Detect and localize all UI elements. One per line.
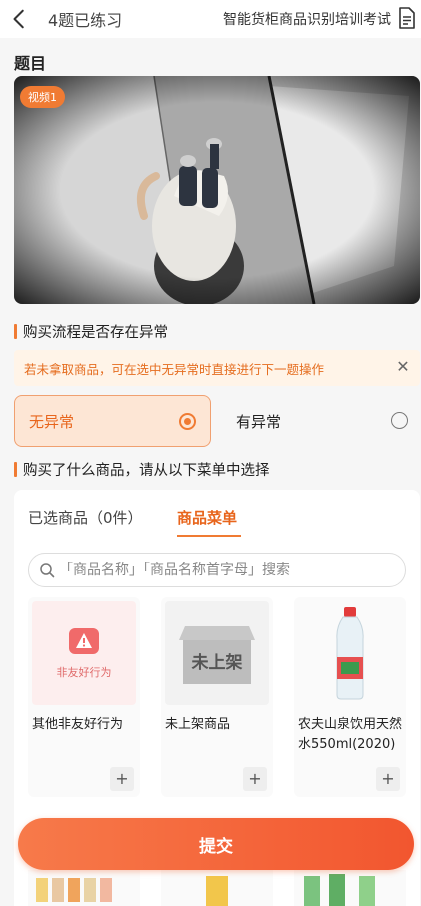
section-title: 题目 xyxy=(14,54,47,73)
accent-bar xyxy=(14,324,17,339)
product-name: 农夫山泉饮用天然水550ml(2020) xyxy=(298,717,403,752)
product-name: 其他非友好行为 xyxy=(32,717,124,732)
search-input[interactable] xyxy=(59,562,389,578)
accent-bar xyxy=(14,462,17,477)
close-icon[interactable]: ✕ xyxy=(394,358,412,376)
submit-button[interactable]: 提交 xyxy=(18,818,414,870)
product-name: 未上架商品 xyxy=(165,717,231,732)
box-icon: 未上架 xyxy=(179,626,255,684)
image-caption: 非友好行为 xyxy=(56,666,112,679)
add-button[interactable]: + xyxy=(110,767,134,791)
product-image xyxy=(298,601,402,705)
search-icon xyxy=(40,563,55,578)
video-badge: 视频1 xyxy=(20,86,65,108)
option-label: 无异常 xyxy=(29,412,75,431)
page-title: 智能货柜商品识别培训考试 xyxy=(223,12,391,28)
warning-icon xyxy=(69,628,99,654)
radio-selected-icon[interactable] xyxy=(179,413,196,430)
video-player[interactable] xyxy=(14,76,420,304)
question-2-text: 购买了什么商品，请从以下菜单中选择 xyxy=(23,463,270,479)
hint-notice: 若未拿取商品，可在选中无异常时直接进行下一题操作 ✕ xyxy=(14,350,420,386)
back-button[interactable] xyxy=(0,0,40,38)
option-no-anomaly[interactable]: 无异常 xyxy=(14,395,211,447)
question-1-text: 购买流程是否存在异常 xyxy=(23,325,168,341)
top-bar: 4题已练习 智能货柜商品识别培训考试 xyxy=(0,0,421,38)
document-icon[interactable] xyxy=(397,7,417,29)
hint-text: 若未拿取商品，可在选中无异常时直接进行下一题操作 xyxy=(24,361,325,377)
active-tab-indicator xyxy=(177,535,241,537)
box-label: 未上架 xyxy=(191,652,243,673)
product-image: 未上架 xyxy=(165,601,269,705)
add-button[interactable]: + xyxy=(243,767,267,791)
question-1-heading: 购买流程是否存在异常 xyxy=(14,321,168,342)
add-button[interactable]: + xyxy=(376,767,400,791)
option-label: 有异常 xyxy=(236,412,282,431)
product-card[interactable]: 非友好行为 其他非友好行为 + xyxy=(28,597,140,797)
video-frame xyxy=(14,76,420,304)
product-card[interactable]: 未上架 未上架商品 + xyxy=(161,597,273,797)
radio-unselected-icon[interactable] xyxy=(391,412,408,429)
option-has-anomaly[interactable]: 有异常 xyxy=(222,395,420,447)
product-card[interactable]: 农夫山泉饮用天然水550ml(2020) + xyxy=(294,597,406,797)
product-image: 非友好行为 xyxy=(32,601,136,705)
question-2-heading: 购买了什么商品，请从以下菜单中选择 xyxy=(14,459,270,480)
search-bar[interactable] xyxy=(28,553,406,587)
tab-selected-products[interactable]: 已选商品（0件） xyxy=(28,507,143,528)
water-bottle-icon xyxy=(336,607,364,700)
tab-product-menu[interactable]: 商品菜单 xyxy=(177,507,237,528)
practice-progress: 4题已练习 xyxy=(48,11,123,30)
chevron-left-icon xyxy=(13,9,24,29)
